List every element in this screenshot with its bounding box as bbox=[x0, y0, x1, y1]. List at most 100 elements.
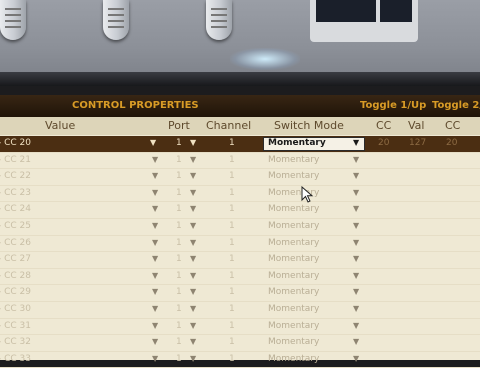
table-row[interactable]: - CC 23 ▼ 1 ▼ 1 Momentary ▼ bbox=[0, 186, 480, 203]
row-switch-mode[interactable]: Momentary bbox=[268, 354, 319, 364]
row-switch-mode[interactable]: Momentary bbox=[268, 254, 319, 264]
table-row[interactable]: - CC 21 ▼ 1 ▼ 1 Momentary ▼ bbox=[0, 153, 480, 170]
row-port[interactable]: 1 bbox=[176, 287, 182, 297]
dropdown-arrow-icon[interactable]: ▼ bbox=[152, 304, 158, 313]
row-channel[interactable]: 1 bbox=[229, 254, 235, 264]
dropdown-arrow-icon[interactable]: ▼ bbox=[353, 188, 359, 197]
row-switch-mode[interactable]: Momentary bbox=[268, 238, 319, 248]
row-switch-mode[interactable]: Momentary bbox=[268, 287, 319, 297]
dropdown-arrow-icon[interactable]: ▼ bbox=[190, 287, 196, 296]
dropdown-arrow-icon[interactable]: ▼ bbox=[150, 138, 156, 147]
dropdown-arrow-icon[interactable]: ▼ bbox=[152, 271, 158, 280]
table-row[interactable]: - CC 25 ▼ 1 ▼ 1 Momentary ▼ bbox=[0, 219, 480, 236]
row-port[interactable]: 1 bbox=[176, 188, 182, 198]
row-channel[interactable]: 1 bbox=[229, 287, 235, 297]
table-row[interactable]: - CC 24 ▼ 1 ▼ 1 Momentary ▼ bbox=[0, 202, 480, 219]
table-row[interactable]: - CC 20 ▼ 1 ▼ 1 Momentary ▼ 20 127 20 bbox=[0, 136, 480, 153]
row-channel[interactable]: 1 bbox=[229, 271, 235, 281]
dropdown-arrow-icon[interactable]: ▼ bbox=[190, 321, 196, 330]
table-row[interactable]: - CC 28 ▼ 1 ▼ 1 Momentary ▼ bbox=[0, 269, 480, 286]
dropdown-arrow-icon[interactable]: ▼ bbox=[152, 171, 158, 180]
row-port[interactable]: 1 bbox=[176, 271, 182, 281]
row-channel[interactable]: 1 bbox=[229, 321, 235, 331]
dropdown-arrow-icon[interactable]: ▼ bbox=[152, 204, 158, 213]
row-channel[interactable]: 1 bbox=[229, 337, 235, 347]
table-row[interactable]: - CC 30 ▼ 1 ▼ 1 Momentary ▼ bbox=[0, 302, 480, 319]
row-port[interactable]: 1 bbox=[176, 171, 182, 181]
dropdown-arrow-icon[interactable]: ▼ bbox=[353, 221, 359, 230]
dropdown-arrow-icon[interactable]: ▼ bbox=[353, 354, 359, 363]
dropdown-arrow-icon[interactable]: ▼ bbox=[152, 254, 158, 263]
row-switch-mode[interactable]: Momentary bbox=[268, 155, 319, 165]
row-val[interactable]: 127 bbox=[409, 138, 426, 148]
row-channel[interactable]: 1 bbox=[229, 354, 235, 364]
dropdown-arrow-icon[interactable]: ▼ bbox=[190, 254, 196, 263]
dropdown-arrow-icon[interactable]: ▼ bbox=[353, 204, 359, 213]
table-row[interactable]: - CC 26 ▼ 1 ▼ 1 Momentary ▼ bbox=[0, 236, 480, 253]
dropdown-arrow-icon[interactable]: ▼ bbox=[190, 238, 196, 247]
row-channel[interactable]: 1 bbox=[229, 304, 235, 314]
table-row[interactable]: - CC 27 ▼ 1 ▼ 1 Momentary ▼ bbox=[0, 252, 480, 269]
row-port[interactable]: 1 bbox=[176, 321, 182, 331]
footswitch-knob-3[interactable] bbox=[206, 0, 232, 40]
row-switch-mode[interactable]: Momentary bbox=[268, 271, 319, 281]
row-switch-mode[interactable]: Momentary bbox=[268, 171, 319, 181]
table-row[interactable]: - CC 22 ▼ 1 ▼ 1 Momentary ▼ bbox=[0, 169, 480, 186]
dropdown-arrow-icon[interactable]: ▼ bbox=[190, 354, 196, 363]
row-port[interactable]: 1 bbox=[176, 238, 182, 248]
row-channel[interactable]: 1 bbox=[229, 171, 235, 181]
dropdown-arrow-icon[interactable]: ▼ bbox=[353, 238, 359, 247]
row-port[interactable]: 1 bbox=[176, 204, 182, 214]
dropdown-arrow-icon[interactable]: ▼ bbox=[190, 171, 196, 180]
dropdown-arrow-icon[interactable]: ▼ bbox=[190, 204, 196, 213]
dropdown-arrow-icon[interactable]: ▼ bbox=[152, 354, 158, 363]
row-channel[interactable]: 1 bbox=[229, 238, 235, 248]
dropdown-arrow-icon[interactable]: ▼ bbox=[190, 304, 196, 313]
dropdown-arrow-icon[interactable]: ▼ bbox=[190, 138, 196, 147]
dropdown-arrow-icon[interactable]: ▼ bbox=[353, 254, 359, 263]
dropdown-arrow-icon[interactable]: ▼ bbox=[353, 304, 359, 313]
dropdown-arrow-icon[interactable]: ▼ bbox=[353, 171, 359, 180]
row-port[interactable]: 1 bbox=[176, 337, 182, 347]
row-switch-mode[interactable]: Momentary bbox=[268, 304, 319, 314]
row-port[interactable]: 1 bbox=[176, 221, 182, 231]
table-row[interactable]: - CC 29 ▼ 1 ▼ 1 Momentary ▼ bbox=[0, 285, 480, 302]
dropdown-arrow-icon[interactable]: ▼ bbox=[152, 287, 158, 296]
row-port[interactable]: 1 bbox=[176, 138, 182, 148]
dropdown-arrow-icon[interactable]: ▼ bbox=[353, 138, 359, 147]
dropdown-arrow-icon[interactable]: ▼ bbox=[152, 221, 158, 230]
row-channel[interactable]: 1 bbox=[229, 155, 235, 165]
dropdown-arrow-icon[interactable]: ▼ bbox=[353, 337, 359, 346]
dropdown-arrow-icon[interactable]: ▼ bbox=[152, 337, 158, 346]
row-switch-mode[interactable]: Momentary bbox=[268, 321, 319, 331]
row-switch-mode[interactable]: Momentary bbox=[268, 221, 319, 231]
row-channel[interactable]: 1 bbox=[229, 204, 235, 214]
row-channel[interactable]: 1 bbox=[229, 138, 235, 148]
table-row[interactable]: - CC 32 ▼ 1 ▼ 1 Momentary ▼ bbox=[0, 335, 480, 352]
dropdown-arrow-icon[interactable]: ▼ bbox=[353, 321, 359, 330]
dropdown-arrow-icon[interactable]: ▼ bbox=[152, 238, 158, 247]
row-channel[interactable]: 1 bbox=[229, 188, 235, 198]
row-cc-2[interactable]: 20 bbox=[446, 138, 457, 148]
row-cc[interactable]: 20 bbox=[378, 138, 389, 148]
dropdown-arrow-icon[interactable]: ▼ bbox=[152, 188, 158, 197]
dropdown-arrow-icon[interactable]: ▼ bbox=[190, 271, 196, 280]
dropdown-arrow-icon[interactable]: ▼ bbox=[353, 155, 359, 164]
dropdown-arrow-icon[interactable]: ▼ bbox=[353, 271, 359, 280]
dropdown-arrow-icon[interactable]: ▼ bbox=[190, 337, 196, 346]
row-port[interactable]: 1 bbox=[176, 354, 182, 364]
dropdown-arrow-icon[interactable]: ▼ bbox=[190, 221, 196, 230]
row-switch-mode[interactable]: Momentary bbox=[268, 204, 319, 214]
dropdown-arrow-icon[interactable]: ▼ bbox=[152, 321, 158, 330]
row-switch-mode[interactable]: Momentary bbox=[268, 337, 319, 347]
dropdown-arrow-icon[interactable]: ▼ bbox=[190, 155, 196, 164]
row-channel[interactable]: 1 bbox=[229, 221, 235, 231]
row-port[interactable]: 1 bbox=[176, 254, 182, 264]
dropdown-arrow-icon[interactable]: ▼ bbox=[190, 188, 196, 197]
row-port[interactable]: 1 bbox=[176, 304, 182, 314]
dropdown-arrow-icon[interactable]: ▼ bbox=[353, 287, 359, 296]
row-port[interactable]: 1 bbox=[176, 155, 182, 165]
footswitch-knob-1[interactable] bbox=[0, 0, 26, 40]
table-row[interactable]: - CC 31 ▼ 1 ▼ 1 Momentary ▼ bbox=[0, 319, 480, 336]
footswitch-knob-2[interactable] bbox=[103, 0, 129, 40]
